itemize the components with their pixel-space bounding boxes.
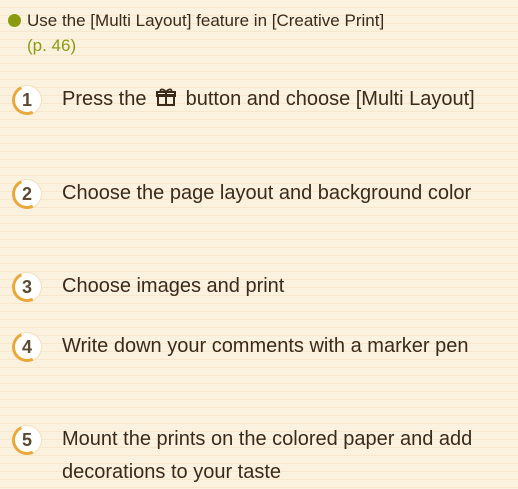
step-number: 3 [21,277,32,297]
step-5: 5 Mount the prints on the colored paper … [7,420,512,489]
manual-page: Use the [Multi Layout] feature in [Creat… [0,0,518,488]
step-text: Write down your comments with a marker p… [62,335,469,357]
gift-icon [156,85,177,118]
step-3: 3 Choose images and print [7,267,512,307]
step-1: 1 Press the button and choose [Multi Lay… [7,80,512,120]
step-text: Choose the page layout and background co… [62,182,472,204]
step-text: Press the button and choose [Multi Layou… [62,83,502,118]
step-number: 2 [21,184,32,204]
step-number-badge: 4 [7,327,47,367]
step-number-badge: 5 [7,420,47,460]
step-text: Mount the prints on the colored paper an… [62,428,473,483]
step-text-after: button and choose [Multi Layout] [185,88,475,110]
step-number-badge: 3 [7,267,47,307]
step-number-badge: 2 [7,174,47,214]
step-number: 4 [21,337,32,357]
step-text: Choose images and print [62,275,285,297]
intro-text: Use the [Multi Layout] feature in [Creat… [27,11,385,30]
bullet-dot-icon [8,14,21,27]
step-4: 4 Write down your comments with a marker… [7,327,512,367]
step-number-badge: 1 [7,80,47,120]
step-number: 5 [21,430,32,450]
intro-bullet-row: Use the [Multi Layout] feature in [Creat… [8,8,508,33]
step-number: 1 [21,90,32,110]
step-text-before: Press the [62,88,147,110]
intro-note: Use the [Multi Layout] feature in [Creat… [8,8,508,58]
page-reference-link[interactable]: (p. 46) [8,33,508,58]
step-2: 2 Choose the page layout and background … [7,174,512,214]
